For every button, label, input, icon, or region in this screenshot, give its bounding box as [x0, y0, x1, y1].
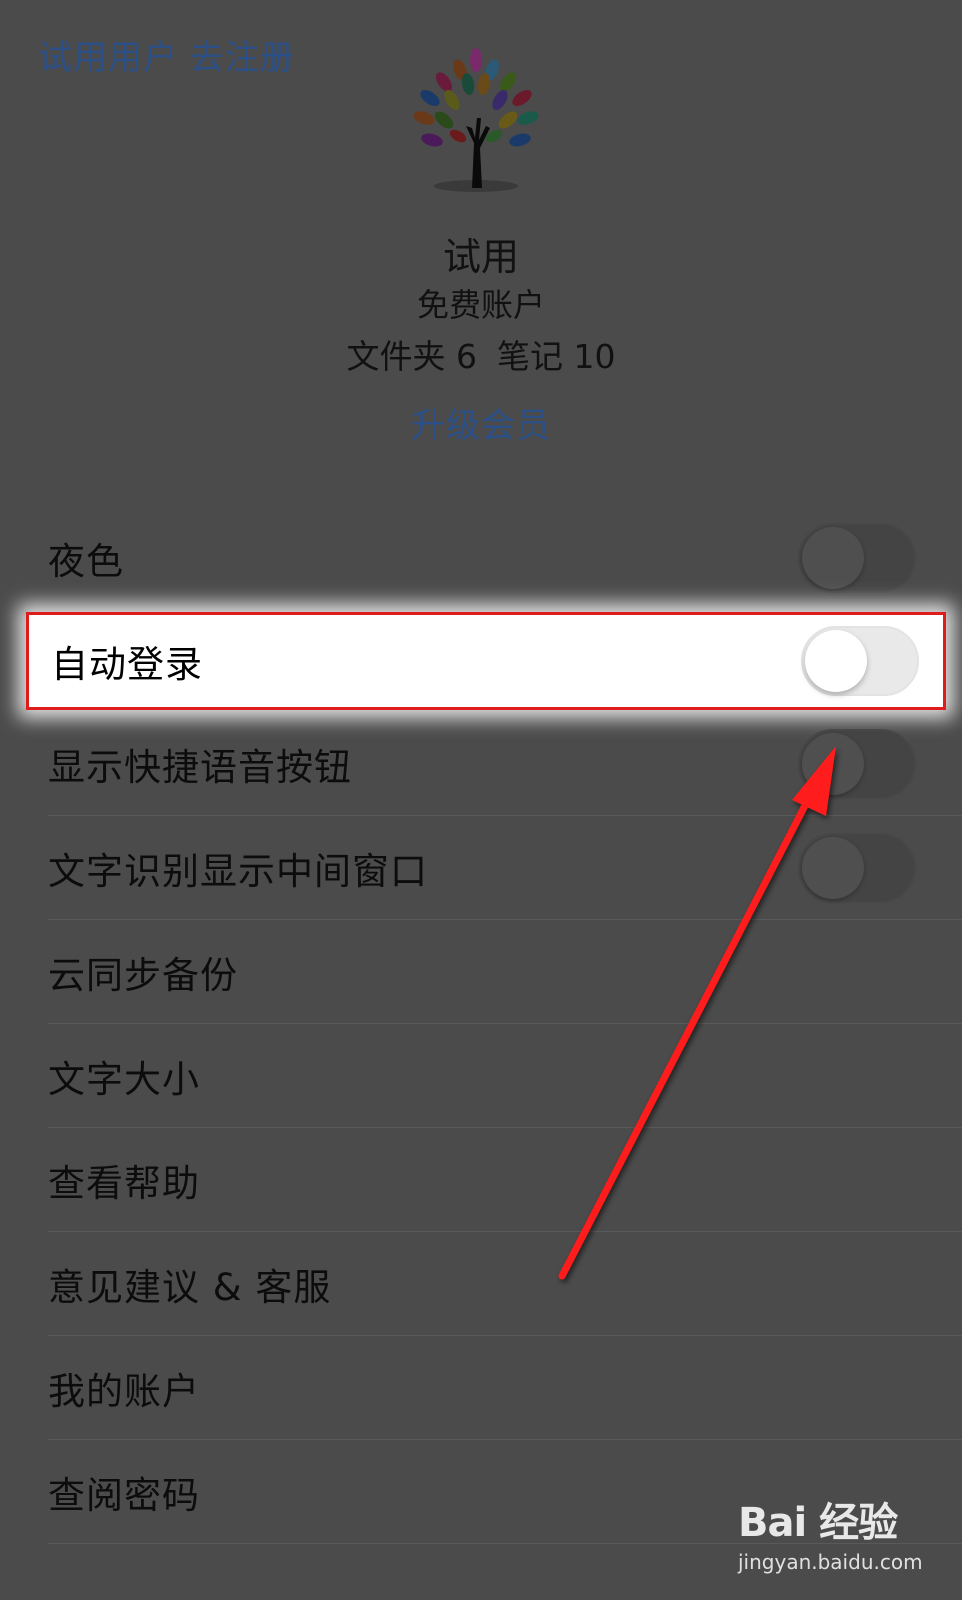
tree-logo-icon [413, 48, 539, 192]
setting-label: 自动登录 [51, 643, 203, 686]
toggle-knob [802, 733, 864, 795]
watermark-url: jingyan.baidu.com [738, 1550, 923, 1574]
trial-register-link[interactable]: 试用用户 去注册 [38, 30, 295, 79]
setting-row-my-account[interactable]: 我的账户 [0, 1336, 962, 1440]
quick-voice-toggle[interactable] [798, 729, 916, 799]
setting-row-night-mode[interactable]: 夜色 [0, 506, 962, 610]
toggle-knob [802, 837, 864, 899]
setting-label: 文字识别显示中间窗口 [48, 850, 428, 893]
account-plan: 免费账户 [416, 286, 545, 324]
setting-row-auto-login[interactable]: 自动登录 [26, 612, 946, 710]
setting-row-cloud-sync[interactable]: 云同步备份 [0, 920, 962, 1024]
setting-label: 我的账户 [48, 1370, 200, 1413]
setting-label: 文字大小 [48, 1058, 200, 1101]
upgrade-membership-link[interactable]: 升级会员 [0, 398, 962, 447]
watermark-brand: Bai 经验 [738, 1500, 898, 1546]
folder-count: 文件夹 6 [346, 337, 478, 376]
setting-label: 意见建议 & 客服 [48, 1266, 332, 1309]
setting-row-ocr-window[interactable]: 文字识别显示中间窗口 [0, 816, 962, 920]
setting-row-help[interactable]: 查看帮助 [0, 1128, 962, 1232]
setting-row-quick-voice[interactable]: 显示快捷语音按钮 [0, 712, 962, 816]
ocr-window-toggle[interactable] [798, 833, 916, 903]
setting-label: 查阅密码 [48, 1474, 200, 1517]
baidu-jingyan-watermark: Bai 经验 jingyan.baidu.com [738, 1490, 948, 1590]
profile-name: 试用 [442, 235, 519, 279]
setting-row-font-size[interactable]: 文字大小 [0, 1024, 962, 1128]
account-stats: 文件夹 6 笔记 10 [0, 330, 962, 378]
setting-label: 云同步备份 [48, 954, 238, 997]
setting-label: 显示快捷语音按钮 [48, 746, 352, 789]
setting-row-feedback[interactable]: 意见建议 & 客服 [0, 1232, 962, 1336]
setting-label: 夜色 [48, 540, 124, 583]
night-mode-toggle[interactable] [798, 523, 916, 593]
note-count: 笔记 10 [497, 337, 616, 376]
toggle-knob [802, 527, 864, 589]
auto-login-toggle[interactable] [801, 626, 919, 696]
toggle-knob [805, 630, 867, 692]
setting-label: 查看帮助 [48, 1162, 200, 1205]
